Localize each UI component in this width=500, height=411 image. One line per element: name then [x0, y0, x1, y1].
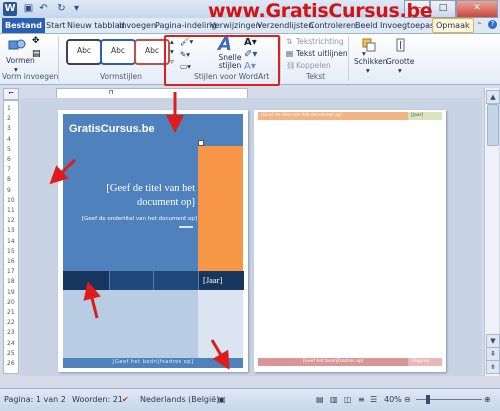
draft-view-icon[interactable]: ☰ — [370, 395, 377, 404]
zoom-out-icon[interactable]: ⊖ — [404, 395, 411, 404]
full-screen-view-icon[interactable]: ▥ — [330, 395, 338, 404]
arrow-to-title-block — [49, 158, 77, 185]
page-count[interactable]: Pagina: 1 van 2 — [4, 395, 66, 404]
zoom-level[interactable]: 40% — [384, 395, 402, 404]
zoom-in-icon[interactable]: ⊕ — [484, 395, 491, 404]
language-indicator[interactable]: Nederlands (België) — [140, 395, 219, 404]
zoom-slider-thumb[interactable] — [426, 395, 430, 404]
macro-record-icon[interactable]: ▣ — [218, 395, 226, 404]
arrow-to-footer — [210, 339, 230, 370]
word-count[interactable]: Woorden: 21 — [72, 395, 123, 404]
outline-view-icon[interactable]: ≡ — [358, 395, 365, 404]
annotation-arrows — [49, 92, 230, 370]
arrow-to-strip — [83, 281, 101, 319]
web-layout-view-icon[interactable]: ◫ — [344, 395, 352, 404]
spelling-check-icon[interactable]: ✔ — [122, 395, 129, 404]
print-layout-view-icon[interactable]: ▤ — [316, 395, 324, 404]
status-bar: Pagina: 1 van 2 Woorden: 21 ✔ Nederlands… — [0, 388, 500, 411]
